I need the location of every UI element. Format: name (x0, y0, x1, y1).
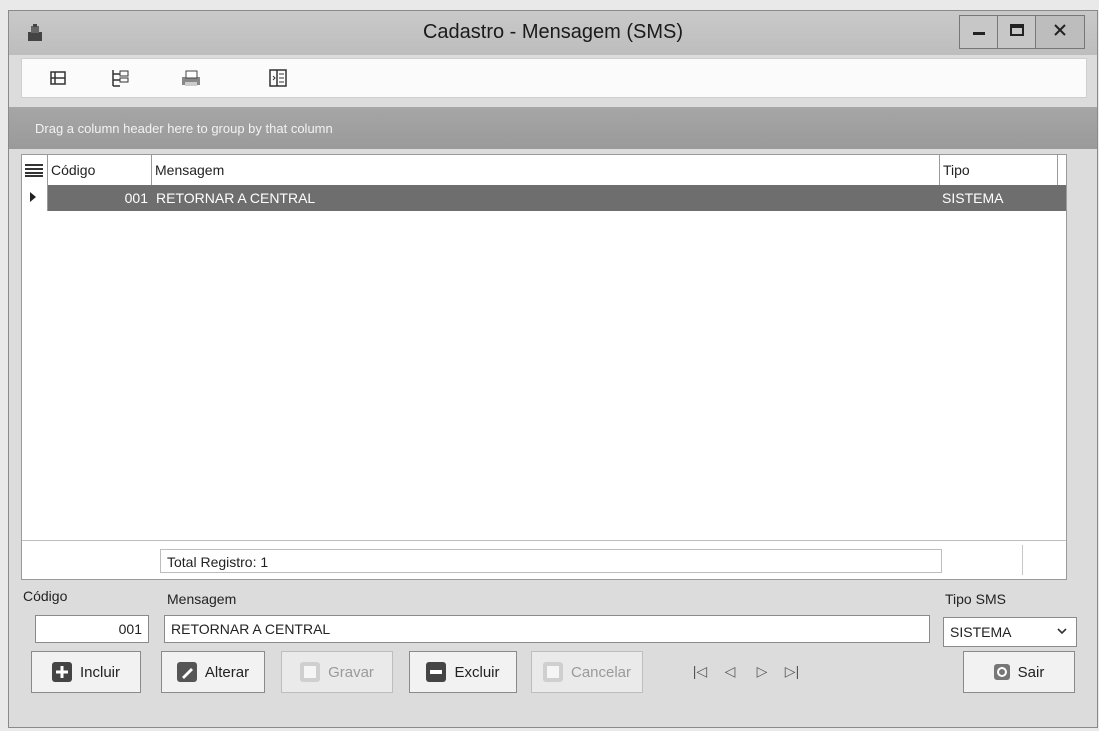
last-record-button[interactable]: ▷| (781, 661, 803, 681)
grid-footer: Total Registro: 1 (22, 540, 1066, 579)
selected-row-body[interactable]: 001 RETORNAR A CENTRAL SISTEMA (48, 185, 1066, 211)
chevron-down-icon (1056, 618, 1068, 653)
messages-grid: Código Mensagem Tipo 001 RETORNAR A CENT… (21, 154, 1067, 580)
maximize-icon (1009, 23, 1024, 42)
print-icon[interactable] (180, 68, 200, 88)
first-record-button[interactable]: |◁ (689, 661, 711, 681)
tree-view-icon[interactable] (110, 68, 130, 88)
footer-divider (1022, 545, 1023, 575)
excluir-label: Excluir (454, 663, 500, 681)
close-icon (1053, 23, 1067, 42)
title-bar[interactable]: Cadastro - Mensagem (SMS) (9, 11, 1097, 55)
tipo-sms-value: SISTEMA (950, 624, 1012, 640)
group-by-panel[interactable]: Drag a column header here to group by th… (9, 107, 1097, 149)
group-by-hint: Drag a column header here to group by th… (35, 121, 333, 136)
list-icon (25, 164, 43, 180)
column-chooser-icon[interactable] (268, 68, 288, 88)
cell-mensagem: RETORNAR A CENTRAL (156, 190, 316, 206)
save-icon (300, 662, 321, 682)
total-records: Total Registro: 1 (160, 549, 942, 573)
sair-label: Sair (1017, 663, 1045, 681)
mensagem-field[interactable]: RETORNAR A CENTRAL (164, 615, 930, 643)
column-header-tipo[interactable]: Tipo (940, 155, 1058, 185)
gravar-label: Gravar (328, 663, 374, 681)
codigo-field[interactable]: 001 (35, 615, 149, 643)
column-selector-button[interactable] (22, 155, 48, 185)
excluir-button[interactable]: Excluir (409, 651, 517, 693)
incluir-label: Incluir (79, 663, 120, 681)
gravar-button[interactable]: Gravar (281, 651, 393, 693)
grid-header: Código Mensagem Tipo (22, 155, 1066, 186)
exit-icon (993, 664, 1010, 680)
cancelar-button[interactable]: Cancelar (531, 651, 643, 693)
alterar-button[interactable]: Alterar (161, 651, 265, 693)
tipo-sms-select[interactable]: SISTEMA (943, 617, 1077, 647)
previous-record-button[interactable]: ◁ (719, 661, 741, 681)
edit-icon (176, 662, 197, 682)
column-header-mensagem[interactable]: Mensagem (152, 155, 940, 185)
minimize-icon (972, 23, 986, 42)
close-button[interactable] (1036, 16, 1084, 48)
maximize-button[interactable] (998, 16, 1036, 48)
alterar-label: Alterar (204, 663, 250, 681)
tipo-sms-label: Tipo SMS (945, 591, 1006, 607)
table-row[interactable]: 001 RETORNAR A CENTRAL SISTEMA (22, 185, 1066, 211)
cell-tipo: SISTEMA (942, 190, 1004, 206)
sair-button[interactable]: Sair (963, 651, 1075, 693)
next-record-button[interactable]: ▷ (751, 661, 773, 681)
row-indicator (22, 185, 48, 211)
main-window: Cadastro - Mensagem (SMS) Drag a column … (8, 10, 1098, 728)
minimize-button[interactable] (960, 16, 998, 48)
row-pointer-icon (22, 192, 46, 213)
codigo-label: Código (23, 588, 68, 604)
toolbar (21, 58, 1087, 98)
window-controls (959, 15, 1085, 49)
window-title: Cadastro - Mensagem (SMS) (422, 21, 684, 43)
cancel-icon (542, 662, 563, 682)
mensagem-label: Mensagem (167, 591, 237, 607)
cancelar-label: Cancelar (570, 663, 632, 681)
cell-codigo: 001 (124, 190, 148, 206)
incluir-button[interactable]: Incluir (31, 651, 141, 693)
plus-icon (51, 662, 72, 682)
grid-layout-icon[interactable] (48, 68, 68, 88)
column-header-codigo[interactable]: Código (48, 155, 152, 185)
delete-icon (426, 662, 447, 682)
